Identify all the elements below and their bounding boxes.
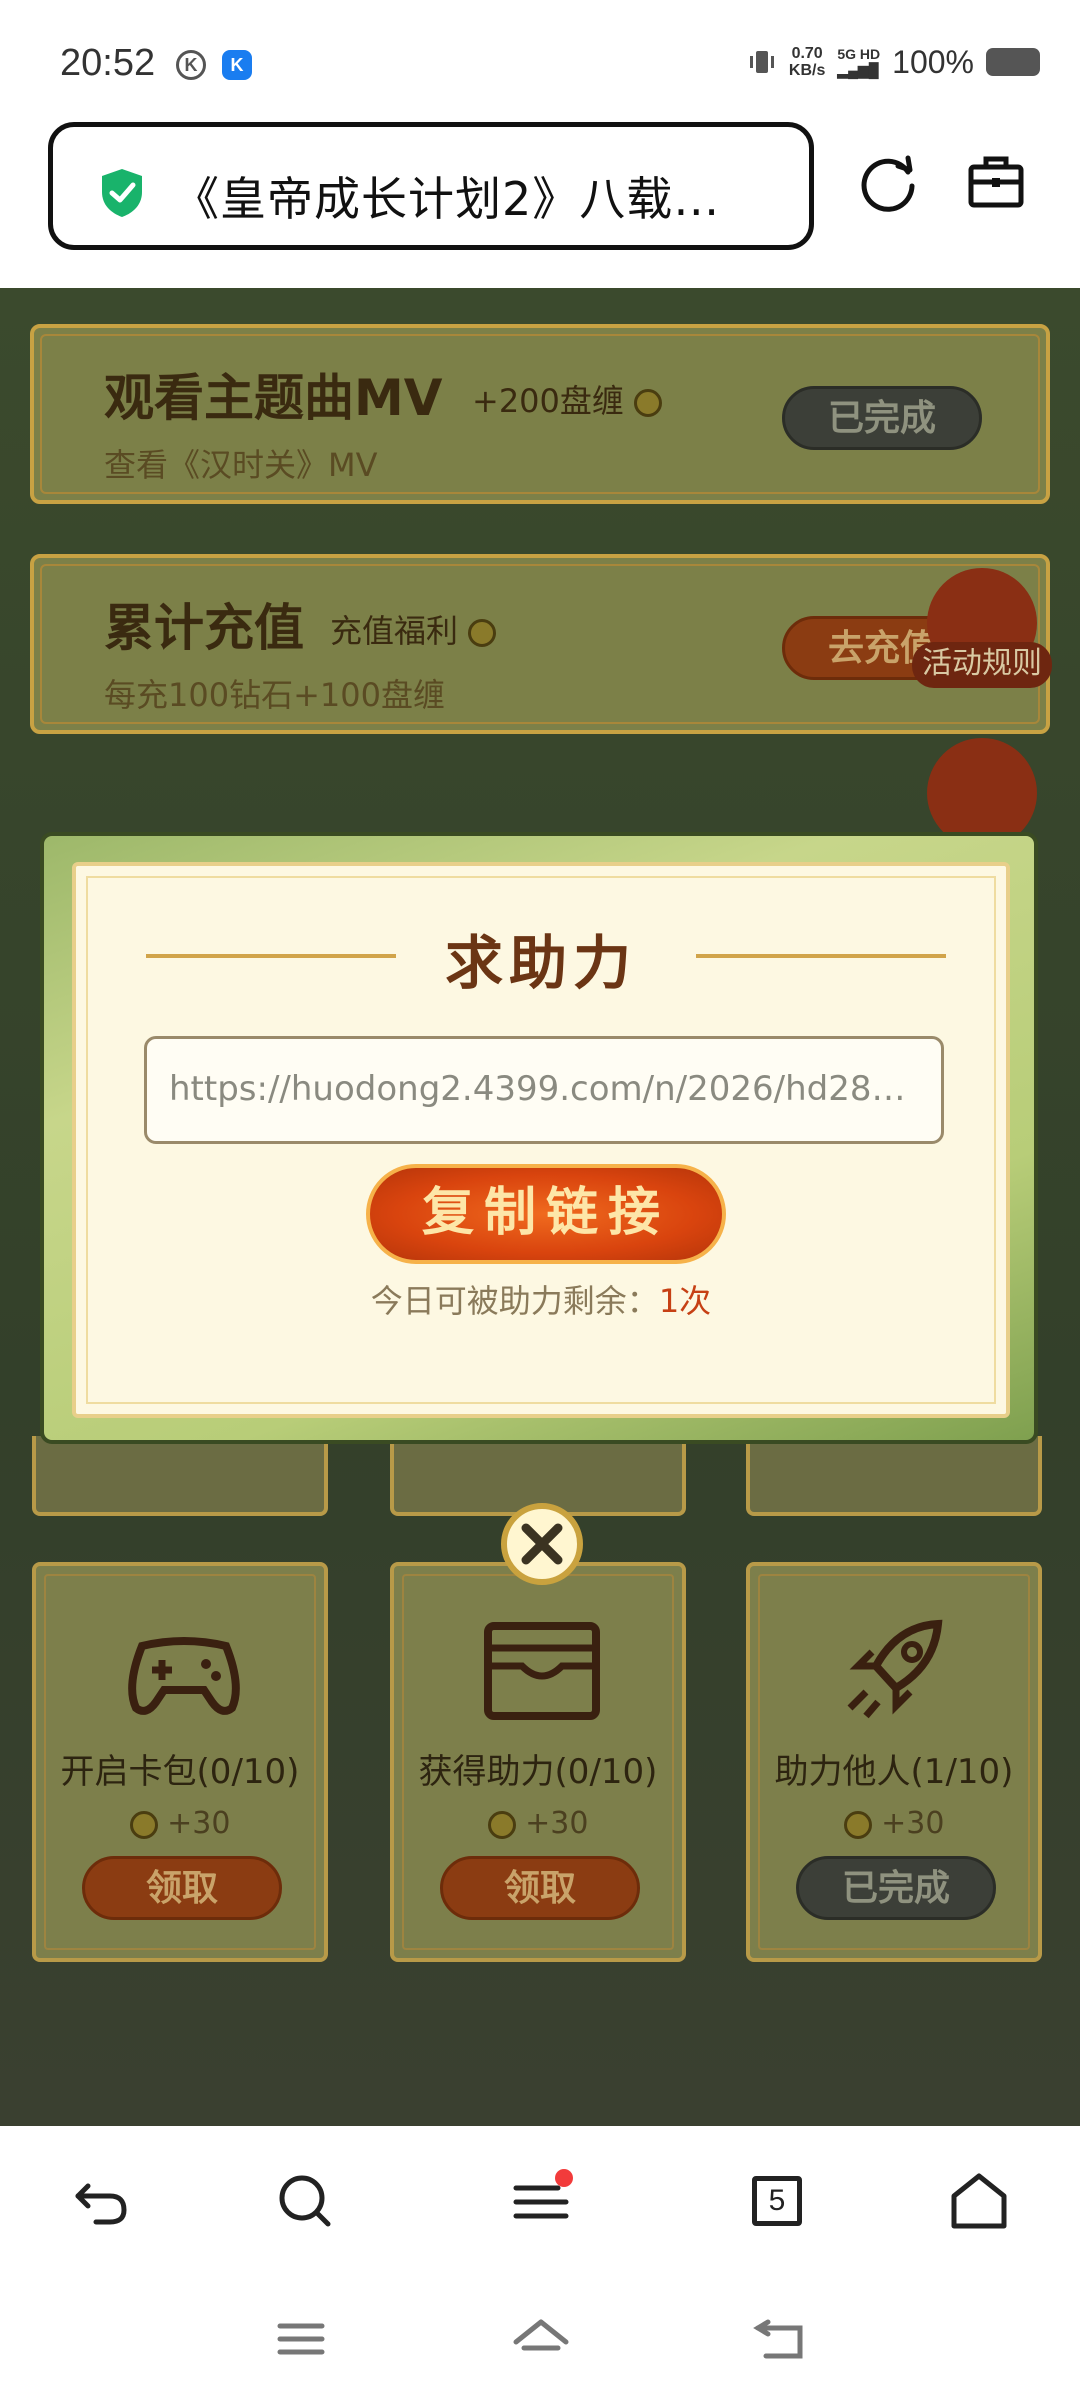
task-card-hidden bbox=[32, 1436, 328, 1516]
grid-task-card: 开启卡包(0/10) +30 领取 bbox=[32, 1562, 328, 1962]
grid-task-reward: +30 bbox=[36, 1806, 324, 1841]
task-title: 累计充值 bbox=[104, 599, 304, 657]
address-field[interactable]: 《皇帝成长计划2》八载… bbox=[48, 122, 814, 250]
grid-task-label: 获得助力(0/10) bbox=[418, 1752, 658, 1792]
home-icon[interactable] bbox=[944, 2166, 1014, 2236]
grid-task-reward: +30 bbox=[750, 1806, 1038, 1841]
help-request-modal: 求助力 https://huodong2.4399.com/n/2026/hd2… bbox=[40, 832, 1038, 1444]
task-desc: 查看《汉时关》MV bbox=[104, 446, 378, 484]
gamepad-icon bbox=[128, 1637, 240, 1715]
system-back-icon[interactable] bbox=[746, 2304, 816, 2374]
page-title: 《皇帝成长计划2》八载… bbox=[173, 172, 721, 226]
reload-icon[interactable] bbox=[858, 152, 920, 214]
remaining-help-count: 今日可被助力剩余：1次 bbox=[370, 1282, 712, 1320]
copy-link-button[interactable]: 复制链接 bbox=[366, 1164, 726, 1264]
browser-bottom-nav: 5 bbox=[0, 2126, 1080, 2278]
claim-button[interactable]: 领取 bbox=[82, 1856, 282, 1920]
grid-task-label: 助力他人(1/10) bbox=[774, 1752, 1014, 1792]
claim-button[interactable]: 领取 bbox=[440, 1856, 640, 1920]
modal-title: 求助力 bbox=[444, 929, 637, 997]
network-speed: 0.70 KB/s bbox=[788, 45, 826, 79]
search-icon[interactable] bbox=[270, 2166, 340, 2236]
rules-button[interactable]: 活动规则 bbox=[912, 568, 1052, 688]
coin-icon bbox=[634, 389, 663, 417]
tabs-count: 5 bbox=[752, 2176, 802, 2226]
grid-task-card: 获得助力(0/10) +30 领取 bbox=[390, 1562, 686, 1962]
task-reward: 充值福利 bbox=[330, 606, 497, 652]
k-blue-app-icon: K bbox=[222, 50, 252, 80]
vibrate-icon bbox=[749, 51, 774, 73]
wallet-icon bbox=[484, 1622, 600, 1720]
back-icon[interactable] bbox=[66, 2166, 136, 2236]
recent-apps-icon[interactable] bbox=[266, 2304, 336, 2374]
signal-icon: 5G HD ▂▄▆█ bbox=[837, 46, 881, 78]
status-bar: 20:52 K K 0.70 KB/s 5G HD ▂▄▆█ 100% bbox=[0, 0, 1080, 110]
task-mv-done-button[interactable]: 已完成 bbox=[782, 386, 982, 450]
task-reward: +200盘缠 bbox=[472, 376, 663, 422]
close-icon[interactable] bbox=[496, 1498, 588, 1590]
toolbox-icon[interactable] bbox=[966, 152, 1026, 212]
grid-task-reward: +30 bbox=[394, 1806, 682, 1841]
coin-icon bbox=[129, 1810, 158, 1839]
system-nav-bar bbox=[0, 2278, 1080, 2400]
grid-task-card: 助力他人(1/10) +30 已完成 bbox=[746, 1562, 1042, 1962]
rocket-icon bbox=[847, 1619, 943, 1719]
secure-shield-icon bbox=[102, 169, 142, 217]
status-time: 20:52 bbox=[60, 42, 156, 84]
task-card-mv: 观看主题曲MV +200盘缠 查看《汉时关》MV 已完成 bbox=[30, 324, 1050, 504]
task-desc: 每充100钻石+100盘缠 bbox=[104, 676, 445, 714]
battery-percent: 100% bbox=[892, 43, 974, 80]
share-link-field[interactable]: https://huodong2.4399.com/n/2026/hd28z… bbox=[144, 1036, 944, 1144]
grid-task-label: 开启卡包(0/10) bbox=[60, 1752, 300, 1792]
browser-screen: { "status_bar": { "time": "20:52", "spee… bbox=[0, 0, 1080, 2400]
system-home-icon[interactable] bbox=[506, 2304, 576, 2374]
help-others-done-button[interactable]: 已完成 bbox=[796, 1856, 996, 1920]
coin-icon bbox=[487, 1810, 516, 1839]
modal-panel: 求助力 https://huodong2.4399.com/n/2026/hd2… bbox=[72, 862, 1010, 1418]
battery-icon bbox=[986, 48, 1040, 76]
task-card-hidden bbox=[746, 1436, 1042, 1516]
browser-toolbar: 《皇帝成长计划2》八载… bbox=[0, 110, 1080, 288]
coin-icon bbox=[468, 619, 497, 647]
rules-label: 活动规则 bbox=[912, 642, 1052, 688]
task-title: 观看主题曲MV bbox=[104, 369, 443, 427]
task-card-recharge: 累计充值 充值福利 每充100钻石+100盘缠 去充值 bbox=[30, 554, 1050, 734]
coin-icon bbox=[843, 1810, 872, 1839]
status-indicators: 0.70 KB/s 5G HD ▂▄▆█ 100% bbox=[747, 42, 1040, 82]
k-app-icon: K bbox=[176, 50, 206, 80]
menu-icon[interactable] bbox=[506, 2166, 576, 2236]
tabs-button[interactable]: 5 bbox=[742, 2166, 812, 2236]
